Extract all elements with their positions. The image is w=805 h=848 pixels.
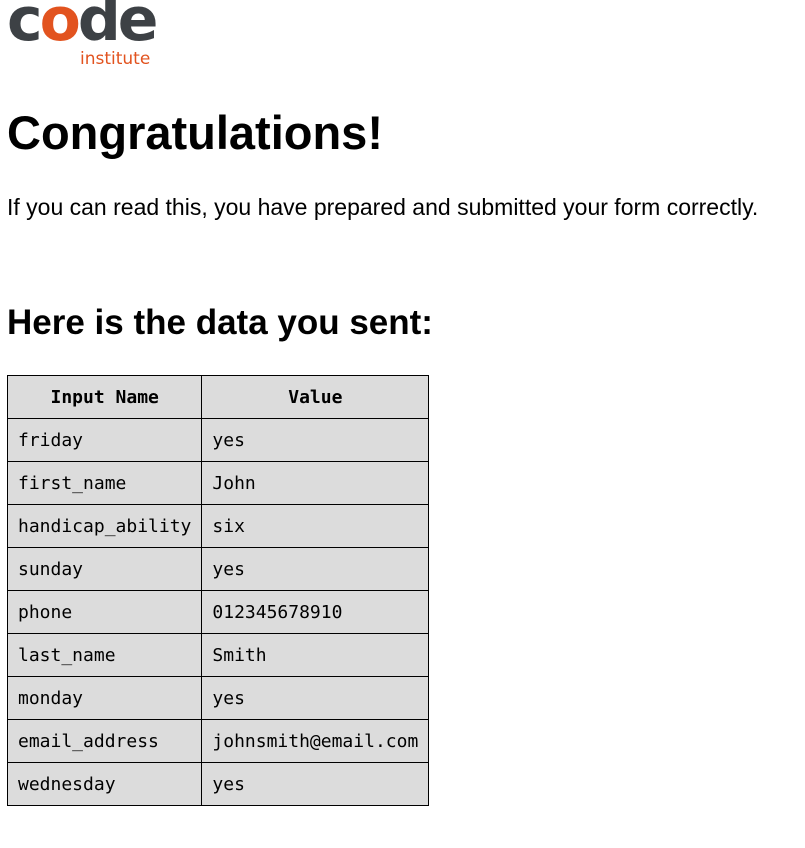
table-row: handicap_ability six bbox=[6, 504, 430, 548]
input-name-cell: monday bbox=[6, 676, 203, 720]
value-cell: yes bbox=[201, 547, 430, 591]
input-name-cell: friday bbox=[6, 418, 203, 462]
table-row: friday yes bbox=[6, 418, 430, 462]
value-cell: 012345678910 bbox=[201, 590, 430, 634]
code-institute-logo: code institute bbox=[7, 0, 167, 72]
input-name-cell: phone bbox=[6, 590, 203, 634]
table-row: monday yes bbox=[6, 676, 430, 720]
table-header-row: Input Name Value bbox=[6, 375, 430, 419]
data-section-title: Here is the data you sent: bbox=[7, 303, 433, 342]
table-row: email_address johnsmith@email.com bbox=[6, 719, 430, 763]
logo-wordmark: code bbox=[7, 0, 158, 50]
submitted-data-table: Input Name Value friday yes first_name J… bbox=[6, 375, 430, 806]
input-name-cell: email_address bbox=[6, 719, 203, 763]
logo-subtitle: institute bbox=[80, 49, 151, 69]
input-name-cell: first_name bbox=[6, 461, 203, 505]
value-cell: six bbox=[201, 504, 430, 548]
input-name-cell: wednesday bbox=[6, 762, 203, 806]
logo-letters-de: de bbox=[77, 0, 159, 55]
value-cell: yes bbox=[201, 418, 430, 462]
page-title: Congratulations! bbox=[7, 106, 383, 159]
input-name-cell: last_name bbox=[6, 633, 203, 677]
table-row: wednesday yes bbox=[6, 762, 430, 806]
value-cell: Smith bbox=[201, 633, 430, 677]
value-cell: johnsmith@email.com bbox=[201, 719, 430, 763]
logo-letter-o: o bbox=[39, 0, 81, 55]
value-cell: yes bbox=[201, 676, 430, 720]
table-row: last_name Smith bbox=[6, 633, 430, 677]
value-cell: John bbox=[201, 461, 430, 505]
input-name-cell: handicap_ability bbox=[6, 504, 203, 548]
table-row: phone 012345678910 bbox=[6, 590, 430, 634]
logo-letter-c: c bbox=[7, 0, 43, 55]
table-row: first_name John bbox=[6, 461, 430, 505]
value-cell: yes bbox=[201, 762, 430, 806]
input-name-cell: sunday bbox=[6, 547, 203, 591]
table-row: sunday yes bbox=[6, 547, 430, 591]
column-header-value: Value bbox=[201, 375, 430, 419]
intro-text: If you can read this, you have prepared … bbox=[7, 194, 759, 220]
column-header-input-name: Input Name bbox=[6, 375, 203, 419]
